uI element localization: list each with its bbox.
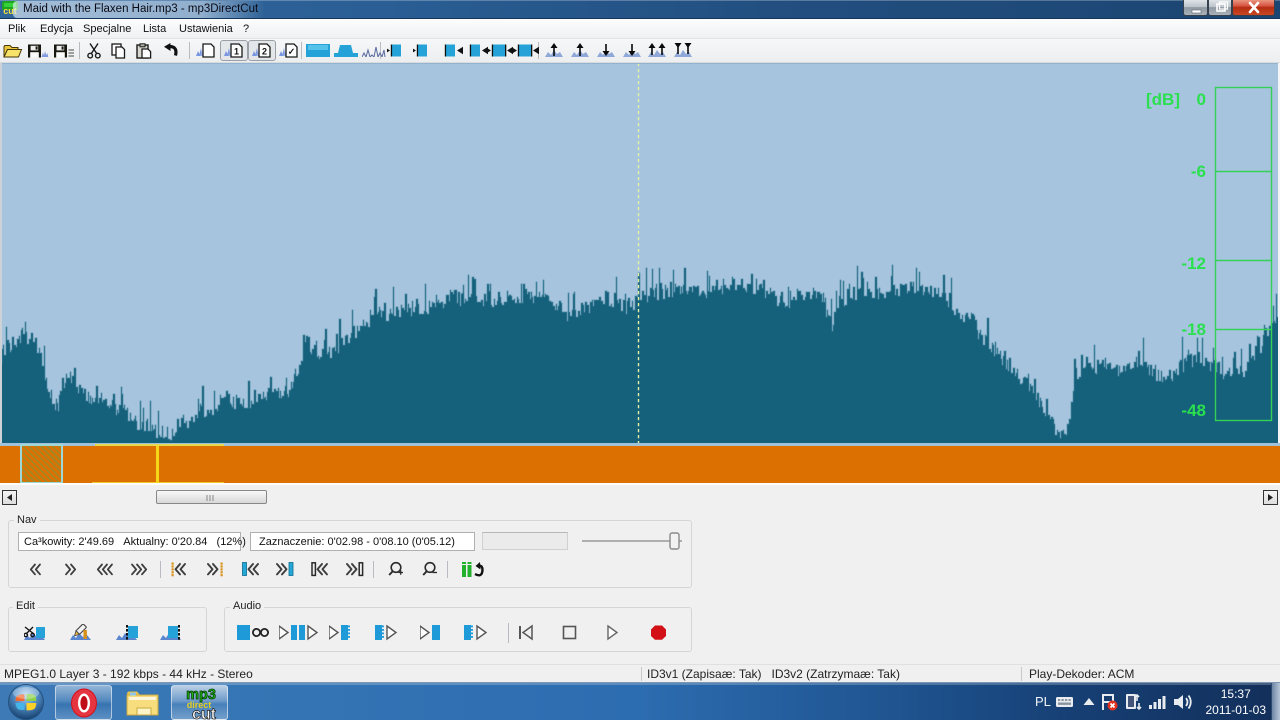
svg-text:2: 2: [262, 47, 267, 57]
svg-text:✓: ✓: [288, 47, 296, 57]
svg-text:1: 1: [234, 47, 239, 57]
svg-text:-12: -12: [1181, 254, 1206, 273]
svg-text:-18: -18: [1181, 320, 1206, 339]
svg-text:cut: cut: [192, 706, 217, 720]
svg-text:-6: -6: [1191, 162, 1206, 181]
svg-text:-48: -48: [1181, 401, 1206, 420]
svg-text:[dB]: [dB]: [1146, 90, 1180, 109]
svg-text:0: 0: [1197, 90, 1206, 109]
